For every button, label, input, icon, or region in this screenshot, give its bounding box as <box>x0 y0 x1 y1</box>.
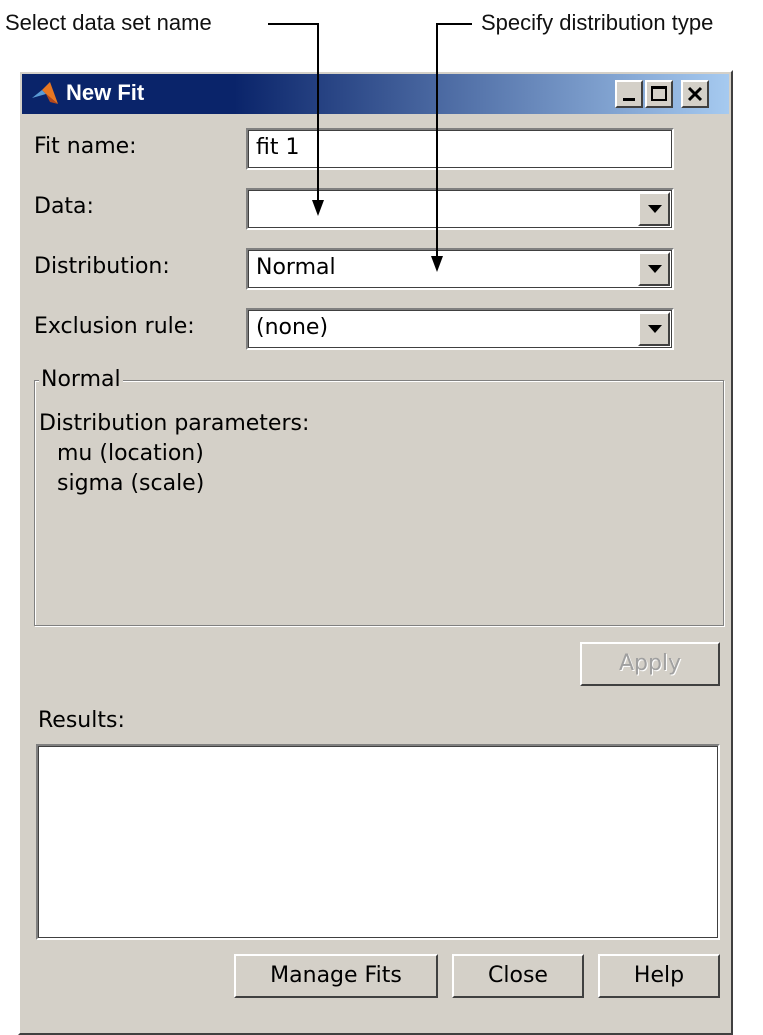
maximize-button[interactable] <box>645 80 673 108</box>
title-bar[interactable]: New Fit <box>22 74 729 114</box>
chevron-down-icon <box>648 325 662 333</box>
minimize-icon <box>623 98 635 101</box>
callout-specify-distribution: Specify distribution type <box>481 10 714 35</box>
parameter-sigma: sigma (scale) <box>57 471 205 496</box>
maximize-icon <box>651 86 667 101</box>
results-label: Results: <box>38 708 125 733</box>
manage-fits-button[interactable]: Manage Fits <box>234 954 438 998</box>
chevron-down-icon <box>648 265 662 273</box>
callout-select-data-set: Select data set name <box>5 10 212 35</box>
exclusion-rule-select-value: (none) <box>256 315 329 340</box>
exclusion-rule-select[interactable]: (none) <box>246 308 674 350</box>
close-button[interactable]: Close <box>452 954 584 998</box>
data-select[interactable] <box>246 188 674 230</box>
help-button[interactable]: Help <box>598 954 720 998</box>
distribution-select-value: Normal <box>256 255 336 280</box>
exclusion-rule-dropdown-button[interactable] <box>638 312 670 346</box>
data-label: Data: <box>34 194 94 219</box>
groupbox-title: Normal <box>39 367 123 392</box>
distribution-parameters-label: Distribution parameters: <box>39 411 310 436</box>
results-textarea[interactable] <box>36 744 720 940</box>
distribution-label: Distribution: <box>34 254 170 279</box>
parameter-mu: mu (location) <box>57 441 204 466</box>
fit-name-field[interactable]: fit 1 <box>246 128 674 170</box>
distribution-select[interactable]: Normal <box>246 248 674 290</box>
minimize-button[interactable] <box>615 80 643 108</box>
matlab-logo-icon <box>32 82 58 104</box>
data-dropdown-button[interactable] <box>638 192 670 226</box>
distribution-dropdown-button[interactable] <box>638 252 670 286</box>
window-title: New Fit <box>66 80 145 105</box>
distribution-groupbox: Normal Distribution parameters: mu (loca… <box>34 367 724 626</box>
exclusion-rule-label: Exclusion rule: <box>34 314 195 339</box>
fit-name-label: Fit name: <box>34 134 137 159</box>
close-window-button[interactable] <box>681 80 709 108</box>
new-fit-dialog: New Fit Fit name: fit 1 Data: Distributi… <box>18 70 733 1035</box>
chevron-down-icon <box>648 205 662 213</box>
apply-button[interactable]: Apply <box>580 642 720 686</box>
close-icon <box>687 86 703 102</box>
